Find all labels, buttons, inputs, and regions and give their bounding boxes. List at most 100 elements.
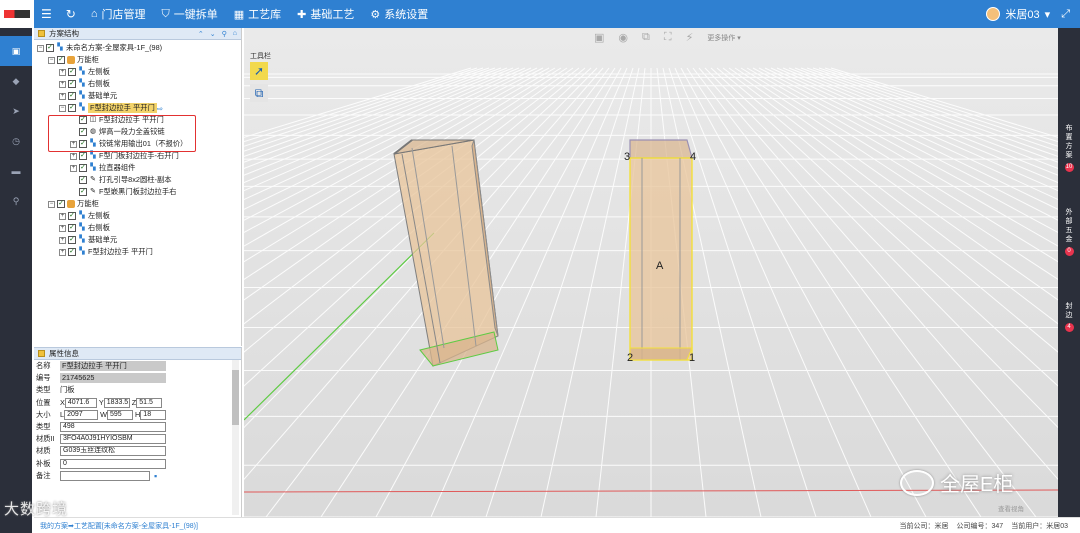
node-checkbox[interactable]: ✓ xyxy=(68,80,76,88)
rail-trash-icon[interactable]: ▬ xyxy=(0,156,32,186)
tree-node[interactable]: − ✓ 万能柜 xyxy=(34,198,241,210)
node-checkbox[interactable]: ✓ xyxy=(68,236,76,244)
node-checkbox[interactable]: ✓ xyxy=(57,200,65,208)
3d-viewport[interactable]: ▣ ◉ ⧉ ⛶ ⚡ 更多操作 ▾ 工具栏 ➚ ⧉ 1 2 3 4 A 查看视角 xyxy=(244,28,1058,517)
tree-node[interactable]: ✓ ✎ 打孔引导8x2圆柱-副本 xyxy=(34,174,241,186)
pos-x-input[interactable]: 4071.6 xyxy=(64,397,97,408)
nav-system-settings[interactable]: ⚙ 系统设置 xyxy=(362,0,436,28)
tree-node-label: 左侧板 xyxy=(88,67,110,76)
doc-icon: ▚ xyxy=(90,164,96,171)
size-h-input[interactable]: 18 xyxy=(140,409,167,420)
select-cursor-icon[interactable]: ➚ xyxy=(250,62,268,80)
expand-all-icon[interactable]: ⌃ xyxy=(198,30,204,38)
search-icon[interactable]: ⚲ xyxy=(222,30,227,38)
expand-toggle-icon[interactable]: + xyxy=(70,164,77,172)
shield-icon: ⛉ xyxy=(161,7,170,20)
flash-icon[interactable]: ⚡ xyxy=(686,31,694,44)
tree-node[interactable]: − ✓ 万能柜 xyxy=(34,54,241,66)
copy-icon[interactable]: ⧉ xyxy=(250,84,268,102)
rail-diamond-icon[interactable]: ◆ xyxy=(0,66,32,96)
expand-toggle-icon[interactable]: + xyxy=(59,92,66,100)
rail-send-icon[interactable]: ➤ xyxy=(0,96,32,126)
tab-external-hardware[interactable]: 外部五金 0 xyxy=(1058,208,1080,256)
collapse-all-icon[interactable]: ⌄ xyxy=(210,30,216,38)
expand-toggle-icon[interactable]: + xyxy=(59,212,66,220)
expand-toggle-icon[interactable]: + xyxy=(59,248,66,256)
size-l-input[interactable]: 2097 xyxy=(64,409,99,420)
node-checkbox[interactable]: ✓ xyxy=(68,212,76,220)
breadcrumb[interactable]: 我的方案➡工艺配置[未命名方案-全屋家具-1F_(98)] xyxy=(40,521,198,531)
prop-type2-row: 类型 498 xyxy=(34,421,241,433)
node-checkbox[interactable]: ✓ xyxy=(68,104,76,112)
expand-toggle-icon[interactable]: + xyxy=(59,236,66,244)
fullscreen-icon[interactable]: ⤢ xyxy=(1061,8,1070,21)
node-checkbox[interactable]: ✓ xyxy=(79,188,87,196)
pos-y-input[interactable]: 1833.5 xyxy=(103,397,130,408)
node-checkbox[interactable]: ✓ xyxy=(46,44,54,52)
nav-store-management[interactable]: ⌂ 门店管理 xyxy=(83,0,154,28)
tree-node[interactable]: − ✓ ▚ 未命名方案-全屋家具-1F_(98) xyxy=(34,42,241,54)
tree-node[interactable]: + ✓ ▚ 拉直器组件 xyxy=(34,162,241,174)
tab-edge-banding[interactable]: 封边 4 xyxy=(1058,302,1080,332)
nav-process-library[interactable]: ▦ 工艺库 xyxy=(226,0,289,28)
view-angle-button[interactable]: 查看视角 xyxy=(998,503,1024,513)
home-icon[interactable]: ⌂ xyxy=(233,30,237,38)
locate-arrow-icon[interactable]: ⇨ xyxy=(157,104,163,113)
rail-plan-icon[interactable]: ▣ xyxy=(0,36,32,66)
rail-search-icon[interactable]: ⚲ xyxy=(0,186,32,216)
properties-scrollbar[interactable] xyxy=(232,360,239,515)
expand-toggle-icon[interactable]: − xyxy=(48,200,55,208)
material-input[interactable]: G039玉丝连纹松 xyxy=(60,446,166,457)
expand-toggle-icon[interactable]: + xyxy=(59,224,66,232)
save-icon[interactable]: ▪ xyxy=(154,471,157,481)
tree-node[interactable]: + ✓ ▚ 左侧板 xyxy=(34,210,241,222)
expand-toggle-icon[interactable]: − xyxy=(37,44,44,52)
size-w-input[interactable]: 595 xyxy=(106,409,133,420)
node-checkbox[interactable]: ✓ xyxy=(68,92,76,100)
fill-input[interactable]: 0 xyxy=(60,458,166,469)
doc-icon: ▚ xyxy=(90,152,96,159)
toolbox: 工具栏 ➚ ⧉ xyxy=(250,51,278,102)
expand-toggle-icon[interactable]: + xyxy=(59,80,66,88)
node-checkbox[interactable]: ✓ xyxy=(68,224,76,232)
tree-node[interactable]: + ✓ ▚ 基础单元 xyxy=(34,90,241,102)
rail-clock-icon[interactable]: ◷ xyxy=(0,126,32,156)
type2-input[interactable]: 498 xyxy=(60,422,166,433)
tree-node[interactable]: + ✓ ▚ 右侧板 xyxy=(34,78,241,90)
layout-plan-badge: 10 xyxy=(1064,163,1074,172)
expand-toggle-icon[interactable]: + xyxy=(70,152,77,160)
tree-node[interactable]: + ✓ ▚ 右侧板 xyxy=(34,222,241,234)
expand-toggle-icon[interactable]: − xyxy=(59,104,66,112)
menu-toggle-icon[interactable]: ☰ xyxy=(34,0,59,28)
nav-basic-process[interactable]: ✚ 基础工艺 xyxy=(289,0,362,28)
expand-toggle-icon[interactable]: − xyxy=(48,56,55,64)
node-checkbox[interactable]: ✓ xyxy=(79,164,87,172)
expand-toggle-icon[interactable]: + xyxy=(59,68,66,76)
node-checkbox[interactable]: ✓ xyxy=(79,152,87,160)
target-icon[interactable]: ◉ xyxy=(618,31,628,44)
node-checkbox[interactable]: ✓ xyxy=(57,56,65,64)
prop-material-row: 材质 G039玉丝连纹松 xyxy=(34,445,241,457)
node-checkbox[interactable]: ✓ xyxy=(68,68,76,76)
properties-panel: 属性信息 名称 F型封边拉手 平开门 编号 21745625 类型 门板 位置 … xyxy=(34,347,242,517)
cabinet-left[interactable] xyxy=(393,139,499,367)
refresh-icon[interactable]: ↻ xyxy=(59,0,83,28)
node-checkbox[interactable]: ✓ xyxy=(79,176,87,184)
tree-node[interactable]: − ✓ ▚ F型封边拉手 平开门 ⇨ xyxy=(34,102,241,114)
tree-node[interactable]: + ✓ ▚ F型封边拉手 平开门 xyxy=(34,246,241,258)
tree-node[interactable]: + ✓ ▚ 基础单元 xyxy=(34,234,241,246)
cabinet-right[interactable] xyxy=(629,139,693,361)
nav-one-click-split[interactable]: ⛉ 一键拆单 xyxy=(153,0,225,28)
box-icon[interactable]: ▣ xyxy=(594,31,604,44)
user-menu[interactable]: 米居03 ▾ ⤢ xyxy=(986,0,1070,28)
material-ii-input[interactable]: 3FO4A0J91HYIOSBM xyxy=(60,434,166,445)
tab-layout-plan[interactable]: 布置方案 10 xyxy=(1058,124,1080,172)
pos-z-input[interactable]: 51.5 xyxy=(136,397,163,408)
tree-node[interactable]: ✓ ✎ F型嵌黑门板封边拉手右 xyxy=(34,186,241,198)
note-input[interactable] xyxy=(60,470,150,481)
node-checkbox[interactable]: ✓ xyxy=(68,248,76,256)
fit-view-icon[interactable]: ⛶ xyxy=(664,31,672,44)
tree-node[interactable]: + ✓ ▚ 左侧板 xyxy=(34,66,241,78)
layers-icon[interactable]: ⧉ xyxy=(642,31,650,44)
more-operations-button[interactable]: 更多操作 ▾ xyxy=(707,33,740,43)
